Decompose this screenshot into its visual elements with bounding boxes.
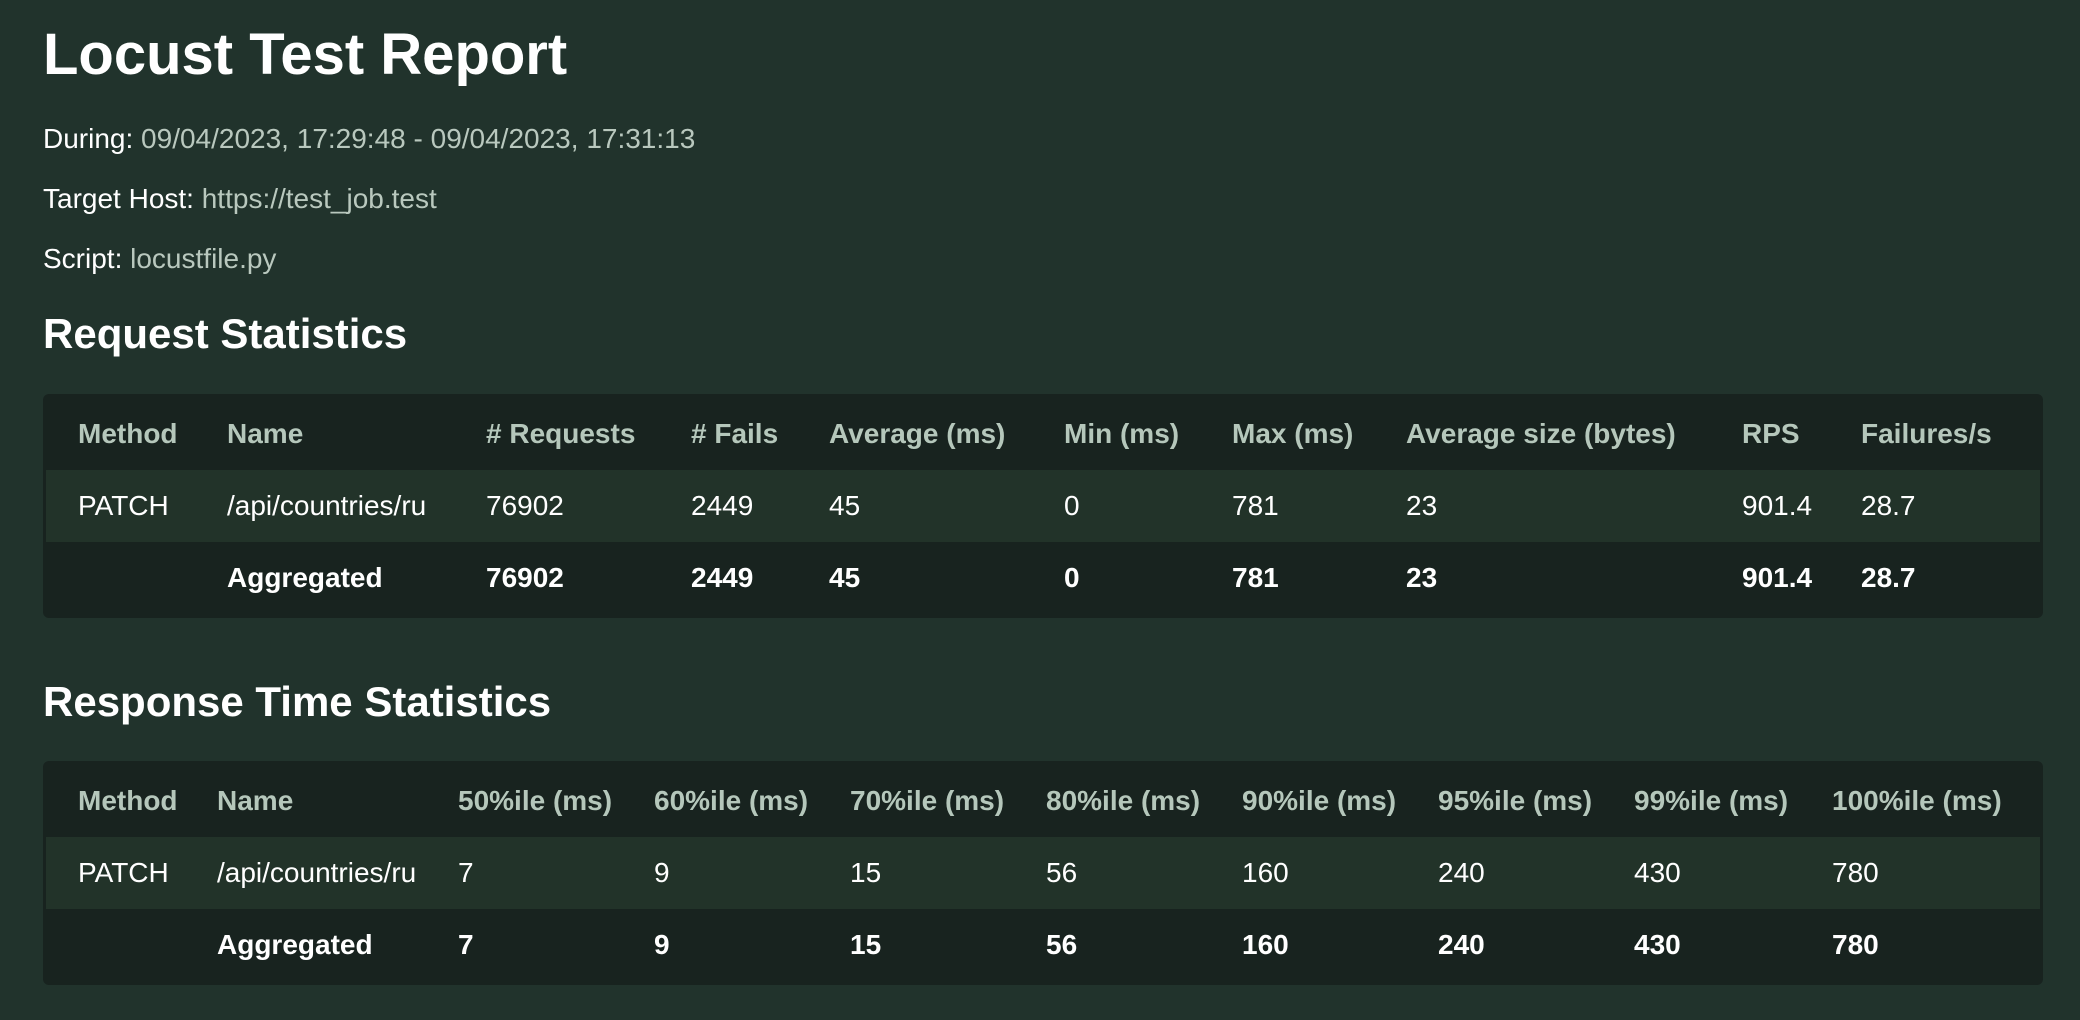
- column-header: 70%ile (ms): [850, 784, 1005, 816]
- script-label: Script:: [43, 243, 123, 274]
- column-header: Name: [227, 417, 304, 449]
- table-cell: 23: [1374, 542, 1710, 614]
- request-statistics-table-container: Method Name # Requests # Fails Average (…: [43, 394, 2043, 618]
- table-cell: /api/countries/ru: [195, 470, 454, 542]
- column-header: Method: [78, 784, 178, 816]
- report-page: Locust Test Report During: 09/04/2023, 1…: [0, 0, 2080, 1020]
- request-statistics-header-row: Method Name # Requests # Fails Average (…: [46, 397, 2040, 470]
- column-header: 60%ile (ms): [654, 784, 809, 816]
- column-header: 100%ile (ms): [1832, 784, 2002, 816]
- column-header: 90%ile (ms): [1242, 784, 1397, 816]
- table-cell: 781: [1200, 542, 1374, 614]
- table-cell: 9: [622, 909, 818, 981]
- request-statistics-table: Method Name # Requests # Fails Average (…: [46, 397, 2040, 614]
- during-label: During:: [43, 123, 134, 154]
- table-cell: 240: [1406, 837, 1602, 909]
- column-header: Average size (bytes): [1406, 417, 1676, 449]
- table-cell: 76902: [454, 470, 659, 542]
- table-cell: 160: [1210, 837, 1406, 909]
- table-row: PATCH /api/countries/ru 7 9 15 56 160 24…: [46, 837, 2040, 909]
- table-cell: 2449: [659, 470, 797, 542]
- table-cell: 7: [426, 909, 622, 981]
- column-header: RPS: [1742, 417, 1800, 449]
- table-cell: 23: [1374, 470, 1710, 542]
- response-time-statistics-table-container: Method Name 50%ile (ms) 60%ile (ms) 70%i…: [43, 761, 2043, 985]
- column-header: Failures/s: [1861, 417, 1992, 449]
- column-header: Method: [78, 417, 178, 449]
- target-host-label: Target Host:: [43, 183, 194, 214]
- table-cell: 45: [797, 542, 1032, 614]
- column-header: # Requests: [486, 417, 636, 449]
- table-cell: [46, 909, 185, 981]
- table-cell: Aggregated: [195, 542, 454, 614]
- table-cell: 780: [1800, 837, 2040, 909]
- table-cell: 0: [1032, 470, 1200, 542]
- table-cell: 76902: [454, 542, 659, 614]
- response-time-statistics-heading: Response Time Statistics: [43, 678, 552, 725]
- column-header: Name: [217, 784, 294, 816]
- response-time-statistics-table: Method Name 50%ile (ms) 60%ile (ms) 70%i…: [46, 764, 2040, 981]
- target-host-value: https://test_job.test: [201, 183, 437, 214]
- target-host-line: Target Host: https://test_job.test: [43, 181, 437, 217]
- aggregated-row: Aggregated 7 9 15 56 160 240 430 780: [46, 909, 2040, 981]
- table-cell: 45: [797, 470, 1032, 542]
- table-cell: 781: [1200, 470, 1374, 542]
- aggregated-row: Aggregated 76902 2449 45 0 781 23 901.4 …: [46, 542, 2040, 614]
- table-cell: 901.4: [1710, 470, 1829, 542]
- table-cell: PATCH: [46, 470, 195, 542]
- table-cell: 56: [1014, 837, 1210, 909]
- table-cell: [46, 542, 195, 614]
- table-cell: 15: [818, 909, 1014, 981]
- column-header: 95%ile (ms): [1438, 784, 1593, 816]
- script-value: locustfile.py: [130, 243, 277, 274]
- script-line: Script: locustfile.py: [43, 241, 276, 277]
- column-header: Average (ms): [829, 417, 1006, 449]
- column-header: Min (ms): [1064, 417, 1180, 449]
- table-cell: 780: [1800, 909, 2040, 981]
- during-line: During: 09/04/2023, 17:29:48 - 09/04/202…: [43, 121, 695, 157]
- table-cell: 430: [1602, 837, 1800, 909]
- table-cell: PATCH: [46, 837, 185, 909]
- table-cell: 15: [818, 837, 1014, 909]
- column-header: 50%ile (ms): [458, 784, 613, 816]
- table-cell: /api/countries/ru: [185, 837, 426, 909]
- table-cell: 901.4: [1710, 542, 1829, 614]
- table-cell: 7: [426, 837, 622, 909]
- table-row: PATCH /api/countries/ru 76902 2449 45 0 …: [46, 470, 2040, 542]
- page-title: Locust Test Report: [43, 22, 568, 87]
- table-cell: 2449: [659, 542, 797, 614]
- column-header: # Fails: [691, 417, 779, 449]
- table-cell: 430: [1602, 909, 1800, 981]
- request-statistics-heading: Request Statistics: [43, 310, 408, 357]
- column-header: 99%ile (ms): [1634, 784, 1789, 816]
- table-cell: 9: [622, 837, 818, 909]
- table-cell: Aggregated: [185, 909, 426, 981]
- table-cell: 0: [1032, 542, 1200, 614]
- column-header: 80%ile (ms): [1046, 784, 1201, 816]
- during-value: 09/04/2023, 17:29:48 - 09/04/2023, 17:31…: [141, 123, 696, 154]
- table-cell: 160: [1210, 909, 1406, 981]
- table-cell: 28.7: [1829, 470, 2040, 542]
- response-time-statistics-header-row: Method Name 50%ile (ms) 60%ile (ms) 70%i…: [46, 764, 2040, 837]
- table-cell: 28.7: [1829, 542, 2040, 614]
- table-cell: 56: [1014, 909, 1210, 981]
- table-cell: 240: [1406, 909, 1602, 981]
- column-header: Max (ms): [1232, 417, 1354, 449]
